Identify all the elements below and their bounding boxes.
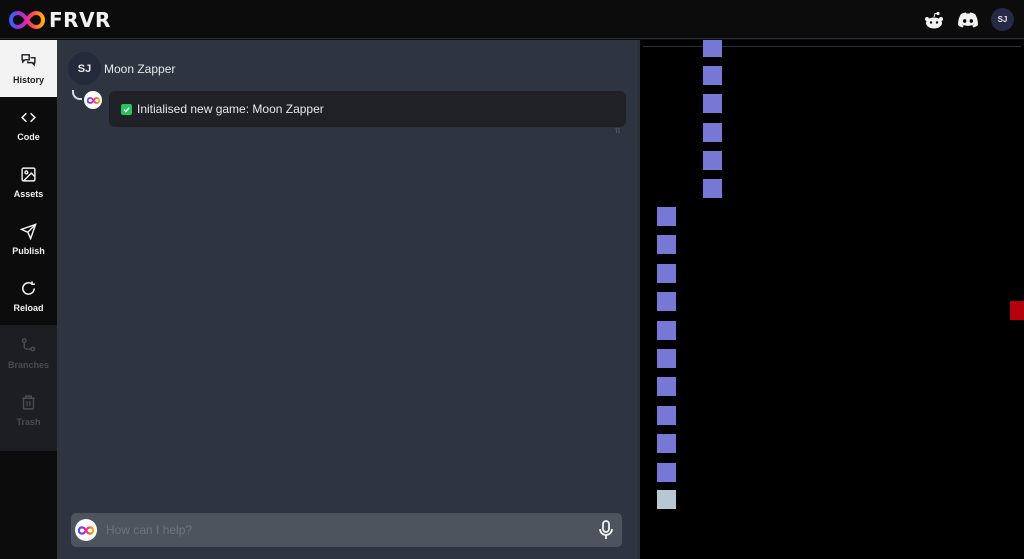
game-block bbox=[657, 377, 676, 397]
message-footer-mark: π bbox=[615, 126, 621, 135]
game-block bbox=[657, 320, 676, 340]
game-block bbox=[703, 150, 722, 170]
sidebar-item-reload[interactable]: Reload bbox=[0, 268, 57, 325]
infinity-logo-icon bbox=[78, 525, 94, 535]
sidebar-item-assets[interactable]: Assets bbox=[0, 154, 57, 211]
bot-message-text: Initialised new game: Moon Zapper bbox=[137, 102, 324, 116]
chat-input[interactable] bbox=[106, 523, 596, 537]
game-block bbox=[657, 349, 676, 368]
sidebar-item-label: Reload bbox=[13, 303, 44, 313]
check-icon bbox=[121, 103, 132, 115]
game-block bbox=[657, 207, 676, 226]
game-block bbox=[657, 263, 676, 283]
sidebar-item-label: Publish bbox=[12, 246, 45, 256]
sidebar-item-code[interactable]: Code bbox=[0, 97, 57, 154]
code-icon bbox=[21, 112, 36, 123]
sidebar-filler bbox=[0, 439, 57, 451]
sidebar-item-label: History bbox=[12, 75, 44, 85]
sidebar-item-trash: Trash bbox=[0, 382, 57, 439]
game-block bbox=[657, 235, 676, 255]
history-icon bbox=[21, 54, 36, 67]
sidebar-item-label: Code bbox=[17, 132, 40, 142]
user-avatar[interactable]: SJ bbox=[991, 8, 1014, 31]
frvr-logo[interactable]: FRVR bbox=[9, 8, 111, 32]
bot-message: Initialised new game: Moon Zapper bbox=[109, 91, 626, 127]
game-base-block bbox=[657, 490, 676, 509]
game-enemy bbox=[1010, 301, 1024, 320]
reload-icon bbox=[22, 281, 35, 295]
sidebar-item-label: Trash bbox=[16, 417, 41, 427]
sidebar-item-label: Branches bbox=[7, 360, 50, 370]
chat-input-bar bbox=[71, 513, 622, 547]
user-message: SJ Moon Zapper bbox=[68, 52, 175, 85]
microphone-button[interactable] bbox=[596, 520, 616, 540]
reddit-icon[interactable] bbox=[923, 9, 945, 31]
sidebar: History Code Assets Publish Reload Branc… bbox=[0, 40, 57, 559]
game-block bbox=[703, 179, 722, 198]
send-icon bbox=[20, 223, 37, 240]
discord-icon[interactable] bbox=[957, 9, 979, 31]
sidebar-item-branches: Branches bbox=[0, 325, 57, 382]
game-block bbox=[657, 292, 676, 312]
infinity-logo-icon bbox=[9, 10, 45, 30]
game-block bbox=[657, 462, 676, 482]
trash-icon bbox=[22, 395, 35, 410]
bot-avatar bbox=[84, 91, 102, 109]
microphone-icon bbox=[599, 520, 613, 539]
user-message-avatar: SJ bbox=[68, 52, 101, 85]
branch-icon bbox=[21, 338, 36, 352]
app-name: FRVR bbox=[49, 8, 111, 32]
image-icon bbox=[21, 167, 36, 182]
sidebar-item-history[interactable]: History bbox=[0, 40, 57, 97]
input-logo bbox=[75, 519, 97, 541]
top-bar: FRVR SJ bbox=[0, 0, 1024, 39]
game-block bbox=[703, 94, 722, 114]
game-block bbox=[703, 66, 722, 85]
reply-connector bbox=[72, 90, 82, 100]
chat-panel: SJ Moon Zapper Initialised new game: Moo… bbox=[57, 40, 637, 559]
game-block bbox=[703, 40, 722, 57]
infinity-logo-icon bbox=[86, 96, 100, 104]
sidebar-item-publish[interactable]: Publish bbox=[0, 211, 57, 268]
game-block bbox=[657, 405, 676, 425]
game-block bbox=[703, 122, 722, 142]
sidebar-item-label: Assets bbox=[13, 189, 44, 199]
user-message-text: Moon Zapper bbox=[104, 61, 176, 76]
game-block bbox=[657, 434, 676, 454]
game-top-boundary bbox=[643, 46, 1021, 47]
game-preview[interactable] bbox=[640, 40, 1024, 559]
